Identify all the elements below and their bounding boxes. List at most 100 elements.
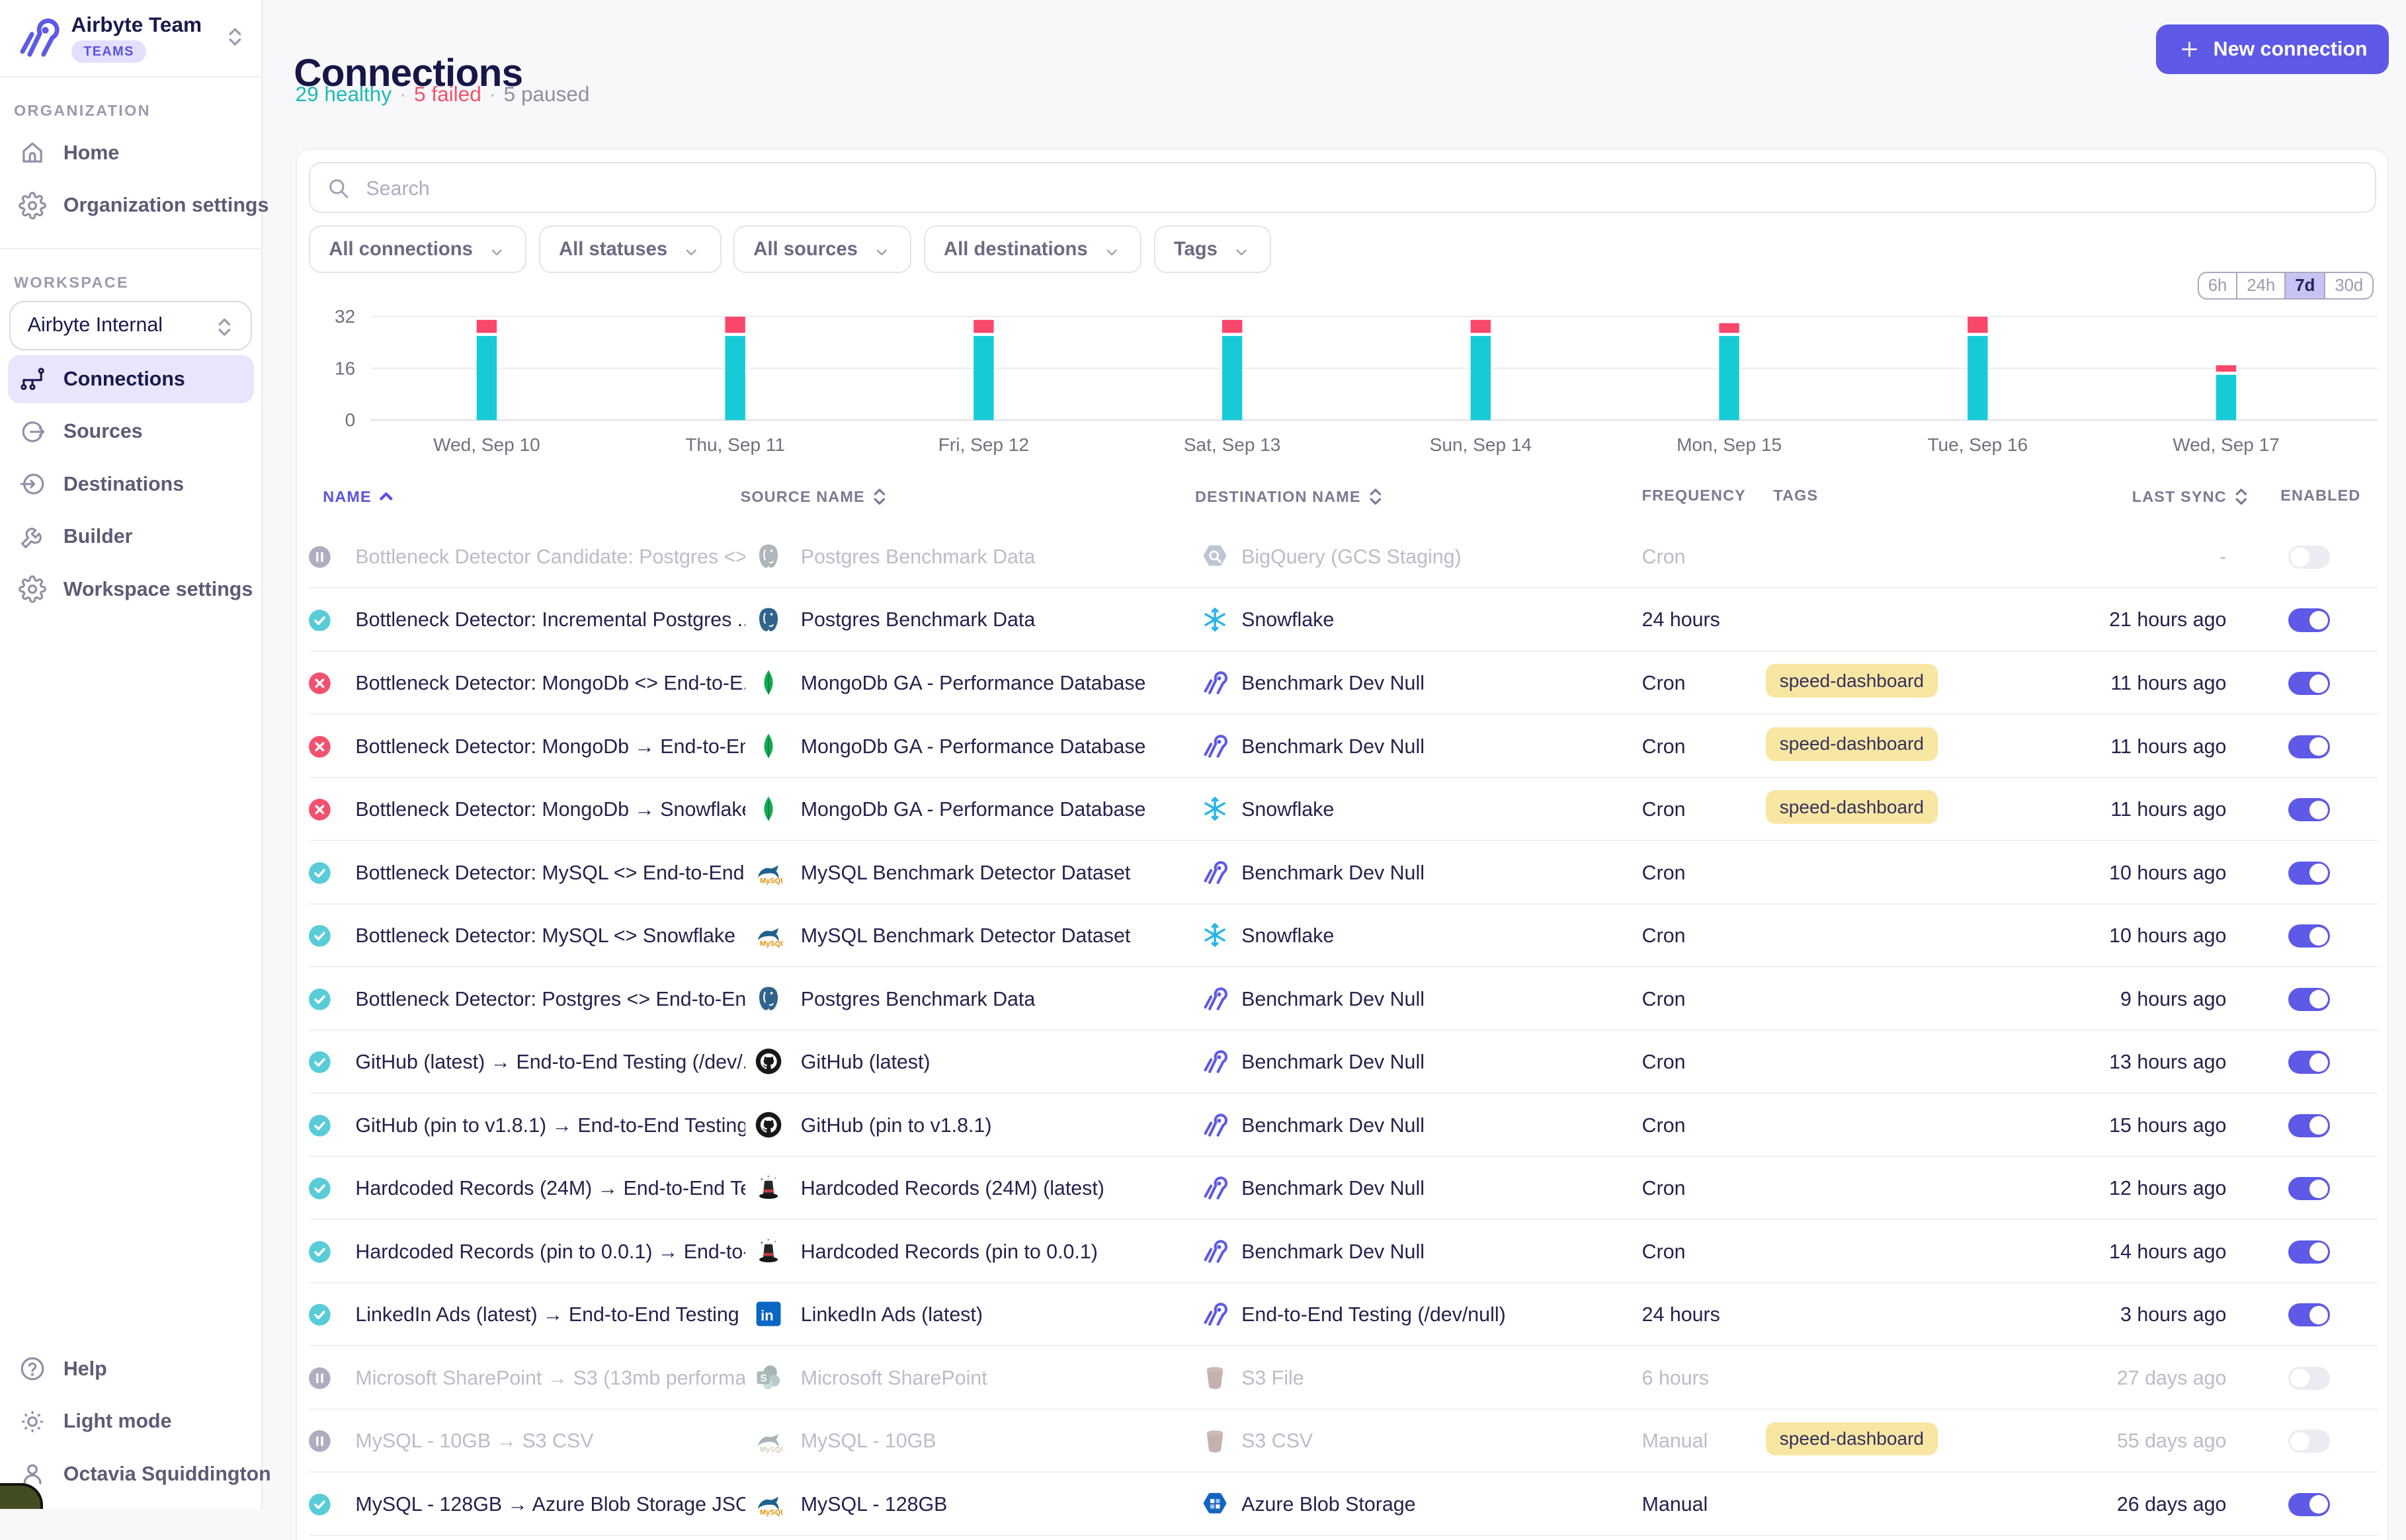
connection-name[interactable]: Microsoft SharePoint → S3 (13mb performa… xyxy=(355,1367,745,1390)
column-header-source-name[interactable]: SOURCE NAME xyxy=(741,487,888,507)
sidebar-item-workspace-settings[interactable]: Workspace settings xyxy=(8,565,254,613)
enabled-toggle[interactable] xyxy=(2288,1493,2330,1516)
destination-name: S3 File xyxy=(1241,1367,1620,1390)
table-row[interactable]: LinkedIn Ads (latest) → End-to-End Testi… xyxy=(309,1283,2378,1347)
time-range-30d[interactable]: 30d xyxy=(2324,273,2372,298)
connection-name[interactable]: Bottleneck Detector: MongoDb → Snowflake xyxy=(355,798,745,821)
connection-name[interactable]: MySQL - 10GB → S3 CSV xyxy=(355,1430,745,1453)
last-sync: 3 hours ago xyxy=(1995,1303,2227,1326)
source-name: Hardcoded Records (24M) (latest) xyxy=(801,1177,1180,1200)
column-header-name[interactable]: NAME xyxy=(323,487,395,507)
tags-cell: speed-dashboard xyxy=(1766,1422,1938,1456)
last-sync: 11 hours ago xyxy=(1995,735,2227,758)
connection-name[interactable]: LinkedIn Ads (latest) → End-to-End Testi… xyxy=(355,1303,745,1326)
connection-name[interactable]: Bottleneck Detector: Postgres <> End-to-… xyxy=(355,988,745,1011)
connection-name[interactable]: Bottleneck Detector: MySQL <> End-to-End… xyxy=(355,862,745,885)
enabled-toggle[interactable] xyxy=(2288,608,2330,631)
column-header-destination-name[interactable]: DESTINATION NAME xyxy=(1195,487,1384,507)
sidebar-item-organization-settings[interactable]: Organization settings xyxy=(8,181,254,229)
postgres-icon xyxy=(755,606,782,633)
column-header-last-sync[interactable]: LAST SYNC xyxy=(2132,487,2250,507)
table-row[interactable]: Hardcoded Records (pin to 0.0.1) → End-t… xyxy=(309,1220,2378,1283)
enabled-toggle[interactable] xyxy=(2288,1114,2330,1137)
filter-dropdown-all-statuses[interactable]: All statuses xyxy=(539,225,722,273)
enabled-toggle[interactable] xyxy=(2288,1303,2330,1326)
sidebar-item-help[interactable]: Help xyxy=(8,1345,255,1393)
enabled-toggle[interactable] xyxy=(2288,1367,2330,1390)
filter-dropdown-tags[interactable]: Tags xyxy=(1154,225,1272,273)
table-row[interactable]: Bottleneck Detector: MongoDb <> End-to-E… xyxy=(309,652,2378,715)
search-input[interactable] xyxy=(363,165,2364,212)
sidebar-item-destinations[interactable]: Destinations xyxy=(8,460,254,508)
enabled-toggle[interactable] xyxy=(2288,1430,2330,1453)
filter-dropdown-all-connections[interactable]: All connections xyxy=(309,225,526,273)
chevron-down-icon xyxy=(1231,239,1251,259)
sidebar-item-label: Workspace settings xyxy=(63,578,253,601)
sidebar-item-octavia-squiddington[interactable]: Octavia Squiddington xyxy=(8,1450,255,1498)
sort-icon xyxy=(1367,487,1384,507)
connections-icon xyxy=(19,365,46,393)
frequency: Cron xyxy=(1642,798,1766,821)
chevron-down-icon xyxy=(681,239,701,259)
time-range-7d[interactable]: 7d xyxy=(2284,273,2324,298)
enabled-toggle[interactable] xyxy=(2288,546,2330,569)
sidebar-item-builder[interactable]: Builder xyxy=(8,513,254,561)
filter-label: All statuses xyxy=(559,239,667,261)
connection-name[interactable]: Bottleneck Detector: MongoDb <> End-to-E… xyxy=(355,672,745,695)
sidebar-divider xyxy=(0,248,261,249)
source-name: Microsoft SharePoint xyxy=(801,1367,1180,1390)
connection-name[interactable]: Bottleneck Detector: MongoDb → End-to-En… xyxy=(355,735,745,758)
filter-dropdown-all-destinations[interactable]: All destinations xyxy=(924,225,1141,273)
time-range-selector: 6h24h7d30d xyxy=(2198,272,2374,300)
sidebar-item-light-mode[interactable]: Light mode xyxy=(8,1398,255,1445)
enabled-toggle[interactable] xyxy=(2288,1051,2330,1074)
connection-name[interactable]: Bottleneck Detector Candidate: Postgres … xyxy=(355,546,745,569)
time-range-6h[interactable]: 6h xyxy=(2199,273,2237,298)
table-row[interactable]: Bottleneck Detector Candidate: Postgres … xyxy=(309,526,2378,589)
table-row[interactable]: Hardcoded Records (24M) → End-to-End Te.… xyxy=(309,1157,2378,1221)
connection-name[interactable]: MySQL - 128GB → Azure Blob Storage JSOn … xyxy=(355,1493,745,1516)
enabled-toggle[interactable] xyxy=(2288,988,2330,1011)
enabled-toggle[interactable] xyxy=(2288,1177,2330,1200)
enabled-toggle[interactable] xyxy=(2288,798,2330,821)
sidebar-item-sources[interactable]: Sources xyxy=(8,408,254,456)
enabled-toggle[interactable] xyxy=(2288,735,2330,758)
workspace-selector[interactable]: Airbyte Internal xyxy=(9,301,252,350)
table-row[interactable]: Bottleneck Detector: MySQL <> SnowflakeM… xyxy=(309,905,2378,968)
column-label: TAGS xyxy=(1773,487,1818,505)
table-row[interactable]: Bottleneck Detector: Incremental Postgre… xyxy=(309,588,2378,652)
postgres-icon xyxy=(755,985,782,1012)
enabled-toggle[interactable] xyxy=(2288,862,2330,885)
mongodb-icon xyxy=(755,732,782,760)
enabled-toggle[interactable] xyxy=(2288,1240,2330,1264)
airbyte-icon xyxy=(1201,1300,1229,1328)
table-row[interactable]: MySQL - 128GB → Azure Blob Storage JSOn … xyxy=(309,1473,2378,1536)
table-row[interactable]: Bottleneck Detector: MySQL <> End-to-End… xyxy=(309,841,2378,905)
table-row[interactable]: Microsoft SharePoint → S3 (13mb performa… xyxy=(309,1346,2378,1410)
source-name: GitHub (latest) xyxy=(801,1051,1180,1074)
table-row[interactable]: GitHub (pin to v1.8.1) → End-to-End Test… xyxy=(309,1094,2378,1157)
filter-dropdown-all-sources[interactable]: All sources xyxy=(733,225,911,273)
table-row[interactable]: Bottleneck Detector: MongoDb → Snowflake… xyxy=(309,778,2378,842)
table-row[interactable]: Bottleneck Detector: Postgres <> End-to-… xyxy=(309,967,2378,1031)
new-connection-button[interactable]: New connection xyxy=(2156,24,2389,74)
org-switcher[interactable]: Airbyte Team TEAMS xyxy=(0,0,261,77)
connection-name[interactable]: Hardcoded Records (24M) → End-to-End Te.… xyxy=(355,1177,745,1200)
connection-name[interactable]: Bottleneck Detector: MySQL <> Snowflake xyxy=(355,924,745,948)
svg-text:Wed, Sep 17: Wed, Sep 17 xyxy=(2173,434,2280,455)
enabled-toggle[interactable] xyxy=(2288,672,2330,695)
connection-name[interactable]: Hardcoded Records (pin to 0.0.1) → End-t… xyxy=(355,1240,745,1264)
connection-name[interactable]: Bottleneck Detector: Incremental Postgre… xyxy=(355,608,745,631)
connection-name[interactable]: GitHub (latest) → End-to-End Testing (/d… xyxy=(355,1051,745,1074)
connection-name[interactable]: GitHub (pin to v1.8.1) → End-to-End Test… xyxy=(355,1114,745,1137)
time-range-24h[interactable]: 24h xyxy=(2236,273,2284,298)
sidebar-item-home[interactable]: Home xyxy=(8,129,254,177)
table-row[interactable]: GitHub (latest) → End-to-End Testing (/d… xyxy=(309,1031,2378,1094)
enabled-toggle[interactable] xyxy=(2288,924,2330,948)
tag-badge: speed-dashboard xyxy=(1766,790,1938,824)
sidebar-item-connections[interactable]: Connections xyxy=(8,355,254,403)
table-row[interactable]: MySQL - 10GB → S3 CSVMySQLMySQL - 10GBS3… xyxy=(309,1410,2378,1473)
status-success-icon xyxy=(309,1051,331,1073)
table-row[interactable]: Bottleneck Detector: MongoDb → End-to-En… xyxy=(309,715,2378,778)
frequency: Cron xyxy=(1642,546,1766,569)
